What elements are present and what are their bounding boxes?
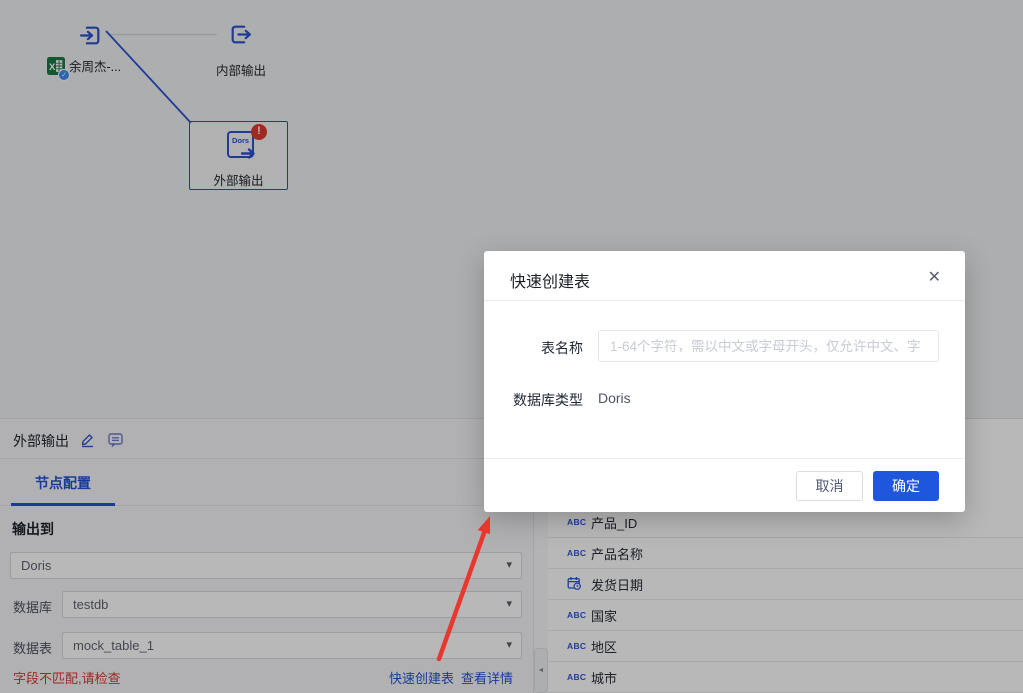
db-type-value: Doris [598, 390, 631, 406]
cancel-button[interactable]: 取消 [796, 471, 863, 501]
modal-quick-create-table: 快速创建表 ✕ 表名称 数据库类型 Doris 取消 确定 [484, 251, 965, 512]
db-type-label: 数据库类型 [513, 392, 583, 408]
table-name-input[interactable] [598, 330, 939, 362]
table-name-label: 表名称 [541, 340, 583, 356]
modal-header-divider [484, 300, 965, 301]
modal-title: 快速创建表 [510, 274, 591, 291]
confirm-button[interactable]: 确定 [873, 471, 939, 501]
close-icon[interactable]: ✕ [928, 267, 941, 287]
modal-footer-divider [484, 458, 965, 459]
app-stage: X ✓ 余周杰-... 内部输出 Dors ! 外部输出 外部输出 节点配置 输… [0, 0, 1023, 693]
